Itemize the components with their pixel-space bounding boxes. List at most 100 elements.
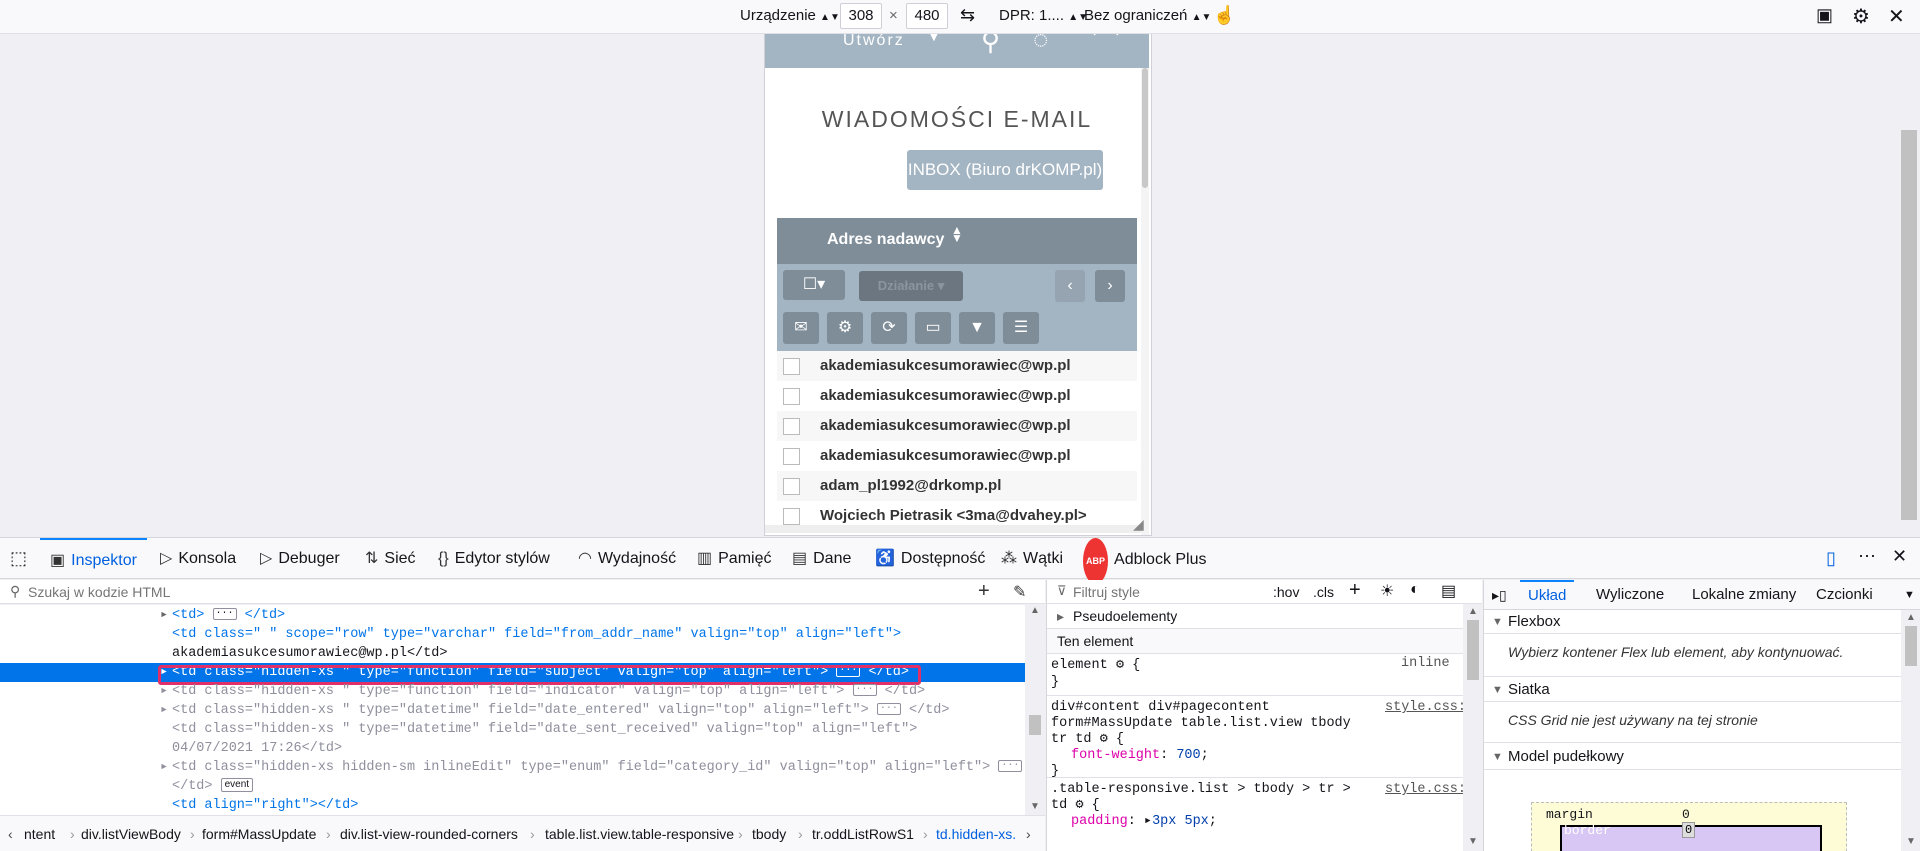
tab-changes[interactable]: Lokalne zmiany xyxy=(1692,580,1796,610)
tab-network[interactable]: ⇅ Sieć xyxy=(365,538,416,580)
tab-performance[interactable]: ◠ Wydajność xyxy=(578,538,676,580)
sender-address[interactable]: adam_pl1992@drkomp.pl xyxy=(820,471,1001,501)
collapsed-dots[interactable]: ··· xyxy=(836,665,861,678)
tab-fonts[interactable]: Czcionki xyxy=(1816,580,1873,610)
markup-line[interactable]: <td class=" " scope="row" type="varchar"… xyxy=(0,625,1025,644)
tab-threads[interactable]: ⁂ Wątki xyxy=(1001,538,1063,580)
scroll-up-icon[interactable]: ▲ xyxy=(1906,612,1916,623)
markup-line[interactable]: <td class="hidden-xs " type="datetime" f… xyxy=(0,720,1025,739)
select-all-dropdown[interactable]: ☐▾ xyxy=(783,270,845,300)
rule-source[interactable]: inline xyxy=(1401,656,1450,671)
row-checkbox[interactable] xyxy=(783,508,800,525)
expand-arrow-icon[interactable]: ▸ xyxy=(1144,814,1152,829)
scroll-down-icon[interactable]: ▼ xyxy=(1030,801,1040,812)
rules-scrollbar-thumb[interactable] xyxy=(1467,620,1479,680)
next-page-button[interactable]: › xyxy=(1095,270,1125,302)
margin-top-value[interactable]: 0 xyxy=(1682,807,1690,822)
viewport-width-input[interactable]: 308 xyxy=(840,3,882,29)
layout-scrollbar[interactable]: ▲ ▼ xyxy=(1901,610,1920,851)
rules-scrollbar[interactable]: ▲ ▼ xyxy=(1463,604,1482,851)
gear-icon[interactable]: ⚙ xyxy=(1075,798,1083,813)
tab-memory[interactable]: ▥ Pamięć xyxy=(697,538,771,580)
css-property[interactable]: font-weight xyxy=(1071,748,1160,763)
filter-button[interactable]: ▼ xyxy=(959,312,995,344)
scroll-up-icon[interactable]: ▲ xyxy=(1468,606,1478,617)
breadcrumb-item[interactable]: div.list-view-rounded-corners xyxy=(340,816,518,851)
close-icon[interactable]: ✕ xyxy=(1888,4,1905,29)
markup-line[interactable]: ▸ <td class="hidden-xs " type="function" … xyxy=(0,682,1025,701)
tab-inspector[interactable]: ▣ Inspektor xyxy=(40,538,147,580)
sender-address[interactable]: akademiasukcesumorawiec@wp.pl xyxy=(820,381,1071,411)
tab-storage[interactable]: ▤ Dane xyxy=(792,538,851,580)
print-media-icon[interactable]: ▤ xyxy=(1441,581,1456,601)
breadcrumb-item[interactable]: table.list.view.table-responsive xyxy=(545,816,734,851)
scroll-down-icon[interactable]: ▼ xyxy=(1468,836,1478,847)
css-rule[interactable]: div#content div#pagecontent style.css:5 … xyxy=(1047,698,1474,779)
light-theme-icon[interactable]: ☀ xyxy=(1380,581,1394,601)
layout-scrollbar-thumb[interactable] xyxy=(1905,626,1917,666)
list-item[interactable]: akademiasukcesumorawiec@wp.pl xyxy=(777,441,1137,471)
box-model-margin[interactable]: margin 0 border 0 xyxy=(1531,802,1847,851)
row-checkbox[interactable] xyxy=(783,358,800,375)
breadcrumb-item[interactable]: form#MassUpdate xyxy=(202,816,316,851)
chevron-down-icon[interactable]: ▼ xyxy=(1904,580,1915,610)
breadcrumb-item[interactable]: ntent xyxy=(24,816,55,851)
element-picker-icon[interactable]: ⬚ xyxy=(10,548,27,569)
html-search-input[interactable] xyxy=(28,582,928,602)
breadcrumb-item-current[interactable]: td.hidden-xs. xyxy=(936,816,1016,851)
css-rule[interactable]: .table-responsive.list > tbody > tr > st… xyxy=(1047,780,1474,851)
table-header[interactable]: Adres nadawcy ▲ ▼ xyxy=(777,218,1137,264)
row-checkbox[interactable] xyxy=(783,418,800,435)
markup-line[interactable]: 04/07/2021 17:26</td> xyxy=(0,739,1025,758)
dock-icon[interactable]: ▯ xyxy=(1826,548,1836,569)
markup-scrollbar[interactable]: ▲ ▼ xyxy=(1025,605,1045,815)
expand-arrow-icon[interactable]: ▸ xyxy=(160,701,168,720)
resize-handle-icon[interactable]: ◢ xyxy=(1133,516,1144,533)
markup-line[interactable]: <td align="right"></td> xyxy=(0,796,1025,815)
scroll-down-icon[interactable]: ▼ xyxy=(1906,836,1916,847)
touch-icon[interactable]: ☝ xyxy=(1213,5,1235,26)
chevron-right-icon[interactable]: › xyxy=(1026,816,1031,851)
expand-arrow-icon[interactable]: ▸ xyxy=(160,663,168,682)
markup-line-selected[interactable]: ▸ <td class="hidden-xs " type="function" … xyxy=(0,663,1025,682)
breadcrumb-item[interactable]: tbody xyxy=(752,816,786,851)
list-item[interactable]: akademiasukcesumorawiec@wp.pl xyxy=(777,411,1137,441)
dpr-select[interactable]: DPR: 1.... ▲▼ xyxy=(999,7,1088,24)
box-model-border[interactable]: border 0 xyxy=(1560,822,1822,851)
css-property[interactable]: padding xyxy=(1071,814,1128,829)
chevron-down-icon[interactable]: ▼ xyxy=(927,34,941,44)
refresh-button[interactable]: ⟳ xyxy=(871,312,907,344)
device-select[interactable]: Urządzenie ▲▼ xyxy=(740,7,840,24)
rule-source[interactable]: style.css:5 xyxy=(1385,782,1474,798)
tab-adblock-plus[interactable]: ABP Adblock Plus xyxy=(1083,538,1207,584)
collapsed-dots[interactable]: ··· xyxy=(212,608,237,621)
viewport-height-input[interactable]: 480 xyxy=(906,3,948,29)
collapsed-dots[interactable]: ··· xyxy=(876,703,901,716)
search-icon[interactable]: ⚲ xyxy=(981,34,1000,57)
column-header-sender[interactable]: Adres nadawcy xyxy=(827,231,944,249)
pseudo-elements-section[interactable]: ▸ Pseudoelementy xyxy=(1047,604,1463,629)
page-scrollbar-thumb[interactable] xyxy=(1901,130,1917,520)
filter-styles-input[interactable] xyxy=(1073,582,1273,602)
row-checkbox[interactable] xyxy=(783,478,800,495)
user-icon[interactable]: ⌒ xyxy=(1093,34,1119,59)
list-item[interactable]: akademiasukcesumorawiec@wp.pl xyxy=(777,351,1137,381)
create-menu[interactable]: Utwórz xyxy=(843,34,905,50)
row-checkbox[interactable] xyxy=(783,388,800,405)
expand-arrow-icon[interactable]: ▸ xyxy=(160,606,168,625)
tab-console[interactable]: ▷ Konsola xyxy=(160,538,236,580)
breadcrumb-item[interactable]: div.listViewBody xyxy=(81,816,181,851)
sender-address[interactable]: akademiasukcesumorawiec@wp.pl xyxy=(820,351,1071,381)
tab-debugger[interactable]: ▷ Debuger xyxy=(260,538,340,580)
rotate-icon[interactable]: ⇆ xyxy=(960,5,975,26)
box-model-section[interactable]: ▼ Model pudełkowy xyxy=(1484,742,1901,770)
rule-source[interactable]: style.css:5 xyxy=(1385,700,1474,716)
add-rule-icon[interactable]: + xyxy=(1349,580,1361,602)
viewport-scrollbar-thumb[interactable] xyxy=(1142,68,1148,188)
flexbox-section[interactable]: ▼ Flexbox xyxy=(1484,610,1901,634)
chat-icon[interactable]: ◌ xyxy=(1033,34,1048,55)
folders-button[interactable]: ▭ xyxy=(915,312,951,344)
scroll-up-icon[interactable]: ▲ xyxy=(1030,605,1040,616)
tab-accessibility[interactable]: ♿ Dostępność xyxy=(875,538,985,580)
more-options-icon[interactable]: ⋯ xyxy=(1858,546,1876,567)
